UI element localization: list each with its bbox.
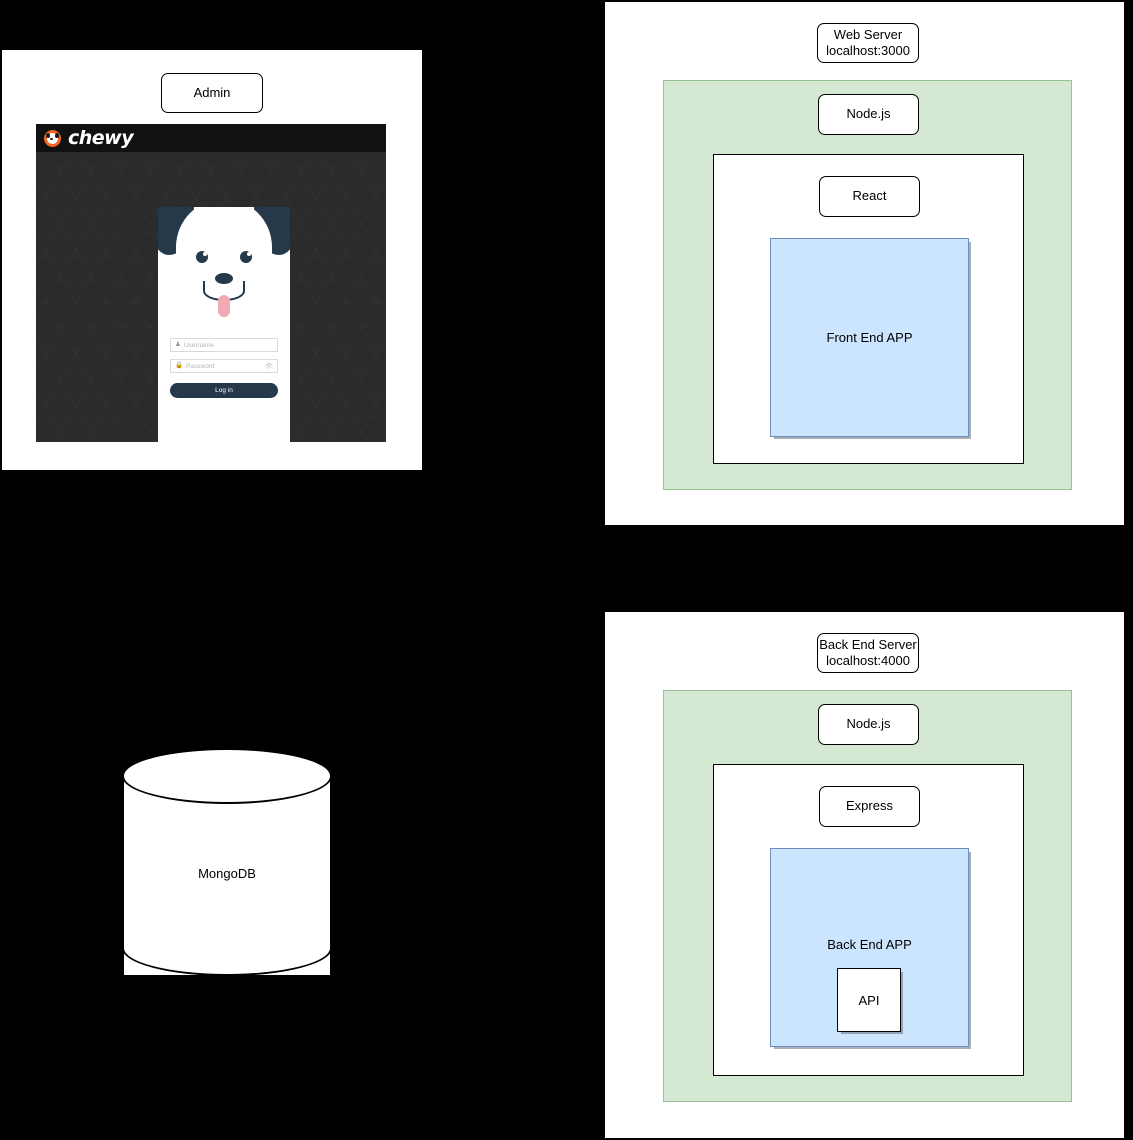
back-nodejs-label: Node.js [846,716,891,732]
login-card: ♟ Username 🔒 Password 👁 Log in [158,207,290,442]
cylinder-top [122,748,332,804]
back-end-server-title: Back End Server [819,636,917,652]
web-server-panel: Web Server localhost:3000 Node.js React … [605,2,1124,525]
mongodb-cylinder[interactable]: MongoDB [122,748,332,1002]
web-nodejs-label: Node.js [846,106,891,122]
react-label: React [852,188,887,204]
react-container: React Front End APP [713,154,1024,464]
express-label: Express [846,798,893,814]
person-icon: ♟ [175,340,181,348]
express-container: Express Back End APP API [713,764,1024,1076]
username-input[interactable]: ♟ Username [170,338,278,352]
eye-icon[interactable]: 👁 [265,362,273,370]
back-end-server-panel: Back End Server localhost:4000 Node.js E… [605,612,1124,1138]
lock-icon: 🔒 [175,361,184,369]
chewy-navbar: chewy [36,124,386,152]
mongodb-label: MongoDB [198,866,256,881]
username-placeholder: Username [183,341,214,349]
admin-panel: Admin chewy ♟ Username 🔒 Password 👁 Log … [2,50,422,470]
chewy-wordmark: chewy [68,127,134,149]
password-input[interactable]: 🔒 Password 👁 [170,359,278,373]
express-label-box[interactable]: Express [819,786,920,827]
back-end-app-box[interactable]: Back End APP API [770,848,969,1047]
dog-face-icon [158,207,290,325]
api-box[interactable]: API [837,968,901,1032]
back-nodejs-label-box[interactable]: Node.js [818,704,919,745]
login-button[interactable]: Log in [170,383,278,398]
back-end-server-host: localhost:4000 [826,653,910,668]
web-server-host: localhost:3000 [826,43,910,58]
back-end-app-label: Back End APP [827,937,912,952]
admin-label-box[interactable]: Admin [161,73,263,113]
web-server-title: Web Server [833,26,903,42]
diagram-canvas: Admin chewy ♟ Username 🔒 Password 👁 Log … [0,0,1133,1140]
web-nodejs-label-box[interactable]: Node.js [818,94,919,135]
login-button-label: Log in [215,387,233,394]
chewy-dog-logo-icon [44,129,61,147]
api-label: API [858,992,880,1008]
password-placeholder: Password [186,362,215,370]
cylinder-bottom [122,920,332,976]
front-end-app-box[interactable]: Front End APP [770,238,969,437]
back-nodejs-container: Node.js Express Back End APP API [663,690,1072,1102]
back-end-server-label-box[interactable]: Back End Server localhost:4000 [817,633,919,673]
admin-page-background: ♟ Username 🔒 Password 👁 Log in [36,152,386,442]
admin-label: Admin [193,84,231,100]
admin-login-screenshot: chewy ♟ Username 🔒 Password 👁 Log in [36,124,386,442]
web-server-label-box[interactable]: Web Server localhost:3000 [817,23,919,63]
web-nodejs-container: Node.js React Front End APP [663,80,1072,490]
react-label-box[interactable]: React [819,176,920,217]
front-end-app-label: Front End APP [826,330,913,345]
